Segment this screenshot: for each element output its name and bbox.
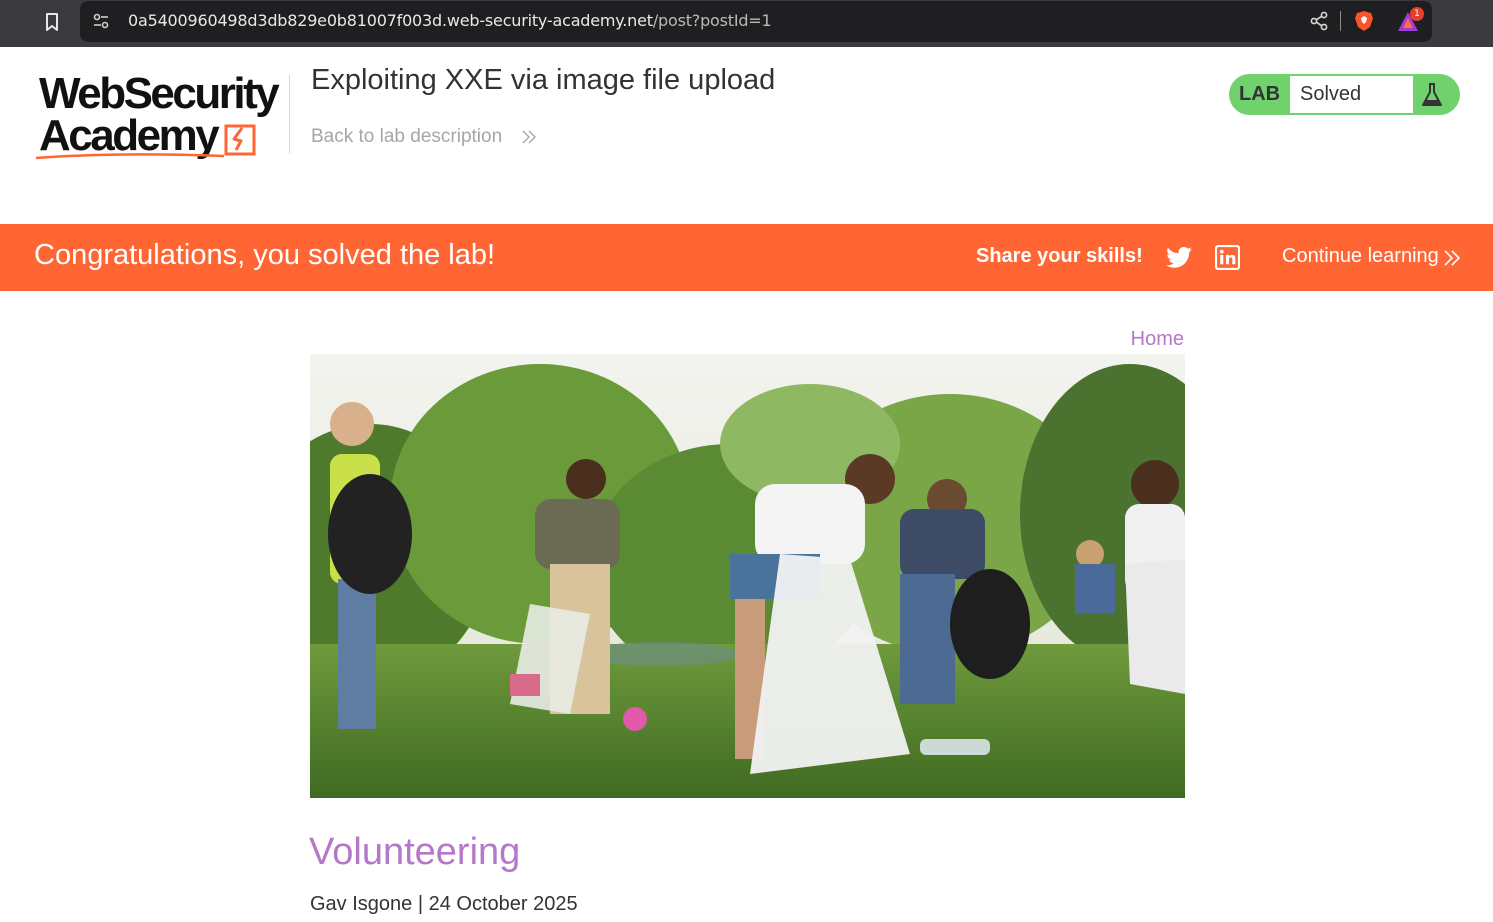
- twitter-icon[interactable]: [1165, 243, 1193, 271]
- logo-underline-icon: [35, 153, 225, 160]
- logo-line-1: WebSecurity: [39, 69, 280, 118]
- back-to-lab-description-link[interactable]: Back to lab description: [311, 126, 502, 148]
- brave-shield-icon[interactable]: [1352, 9, 1376, 33]
- volunteers-photo: [310, 354, 1185, 798]
- lab-status-widget: LAB Solved: [1229, 74, 1460, 115]
- rewards-badge: 1: [1410, 7, 1424, 21]
- home-link[interactable]: Home: [1124, 328, 1184, 351]
- congratulations-message: Congratulations, you solved the lab!: [34, 239, 496, 271]
- url-text[interactable]: 0a5400960498d3db829e0b81007f003d.web-sec…: [128, 11, 772, 30]
- double-chevron-right-icon[interactable]: [1442, 248, 1462, 268]
- linkedin-icon[interactable]: [1215, 245, 1240, 270]
- continue-learning-link[interactable]: Continue learning: [1282, 245, 1439, 268]
- share-skills-label: Share your skills!: [976, 245, 1143, 267]
- share-icon[interactable]: [1308, 10, 1330, 32]
- post-title: Volunteering: [309, 831, 521, 873]
- post-author-date: Gav Isgone | 24 October 2025: [310, 893, 578, 915]
- address-bar[interactable]: 0a5400960498d3db829e0b81007f003d.web-sec…: [80, 1, 1432, 42]
- lab-title: Exploiting XXE via image file upload: [311, 64, 776, 96]
- header-divider: [289, 75, 290, 153]
- flask-icon: [1422, 83, 1442, 106]
- url-path: /post?postId=1: [652, 11, 772, 30]
- site-settings-icon[interactable]: [91, 11, 111, 31]
- post-image: [310, 354, 1185, 798]
- web-security-academy-logo[interactable]: WebSecurity Academy: [34, 70, 290, 166]
- url-host: 0a5400960498d3db829e0b81007f003d.web-sec…: [128, 11, 653, 30]
- toolbar-separator: [1340, 11, 1341, 31]
- browser-toolbar: 0a5400960498d3db829e0b81007f003d.web-sec…: [0, 0, 1493, 47]
- lab-label: LAB: [1239, 83, 1281, 105]
- lab-status-box: Solved: [1290, 76, 1413, 113]
- double-chevron-right-icon[interactable]: [520, 128, 538, 146]
- lab-status-text: Solved: [1300, 83, 1362, 105]
- lab-solved-banner: Congratulations, you solved the lab! Sha…: [0, 224, 1493, 291]
- bookmark-icon[interactable]: [40, 10, 64, 34]
